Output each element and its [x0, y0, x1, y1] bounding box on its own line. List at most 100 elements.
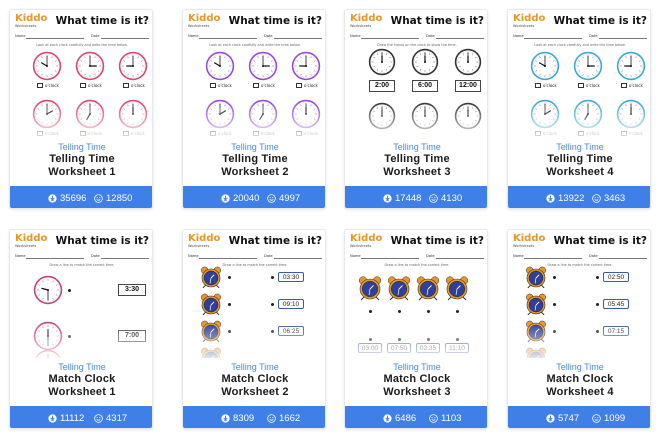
- card-info[interactable]: Telling Time Match Clock Worksheet 1: [10, 358, 152, 406]
- smiley-icon: [94, 413, 103, 423]
- kiddo-logo: Kiddo Worksheets: [350, 14, 386, 32]
- logo-text: Kiddo: [15, 13, 48, 24]
- smiley-icon: [429, 413, 438, 423]
- stats-bar: 5747 1099: [508, 406, 650, 428]
- thumbnail-fade: [10, 322, 152, 362]
- clock-icon: [573, 51, 603, 81]
- card-title-line1[interactable]: Match Clock: [345, 373, 487, 385]
- likes-count: 4317: [94, 412, 127, 424]
- thumbnail-fade: [345, 102, 487, 142]
- card-category[interactable]: Telling Time: [345, 362, 487, 372]
- worksheet-card[interactable]: Kiddo Worksheets What time is it? Name Date D…: [182, 229, 326, 429]
- worksheet-thumbnail[interactable]: Kiddo Worksheets What time is it? Name Date D…: [345, 230, 487, 362]
- worksheet-header: Kiddo Worksheets What time is it?: [350, 234, 485, 252]
- card-category[interactable]: Telling Time: [508, 142, 650, 152]
- digital-time-box: 09:10: [278, 299, 304, 309]
- date-label: Date: [91, 254, 100, 258]
- worksheet-card[interactable]: Kiddo Worksheets What time is it? Name Date L…: [9, 9, 153, 209]
- kiddo-logo: Kiddo Worksheets: [188, 234, 224, 252]
- card-title-line2[interactable]: Worksheet 2: [183, 386, 325, 398]
- time-label-box: 2:00: [369, 80, 395, 92]
- card-title-line1[interactable]: Telling Time: [183, 153, 325, 165]
- name-label: Name: [188, 254, 199, 258]
- card-category[interactable]: Telling Time: [10, 142, 152, 152]
- stats-bar: 20040 4997: [183, 186, 325, 208]
- instruction-text: Look at each clock carefully and write t…: [534, 43, 626, 47]
- card-category[interactable]: Telling Time: [183, 142, 325, 152]
- logo-text: Kiddo: [350, 13, 383, 24]
- logo-subtext: Worksheets: [350, 244, 372, 248]
- card-category[interactable]: Telling Time: [508, 362, 650, 372]
- name-line: [524, 38, 582, 39]
- card-title-line1[interactable]: Telling Time: [508, 153, 650, 165]
- card-title-line2[interactable]: Worksheet 4: [508, 166, 650, 178]
- match-dot: [426, 310, 430, 313]
- card-title-line1[interactable]: Match Clock: [10, 373, 152, 385]
- oclock-label: o'clock: [586, 83, 600, 88]
- thumbnail-fade: [508, 102, 650, 142]
- worksheet-thumbnail[interactable]: Kiddo Worksheets What time is it? Name Date D…: [183, 230, 325, 362]
- worksheet-card[interactable]: Kiddo Worksheets What time is it? Name Date D…: [9, 229, 153, 429]
- downloads-value: 20040: [233, 192, 260, 204]
- oclock-label: o'clock: [304, 83, 318, 88]
- worksheet-thumbnail[interactable]: Kiddo Worksheets What time is it? Name Date D…: [508, 230, 650, 362]
- smiley-icon: [94, 193, 103, 203]
- card-title-line2[interactable]: Worksheet 3: [345, 386, 487, 398]
- likes-value: 4130: [441, 192, 463, 204]
- worksheet-thumbnail[interactable]: Kiddo Worksheets What time is it? Name Date D…: [10, 230, 152, 362]
- card-info[interactable]: Telling Time Telling Time Worksheet 2: [183, 138, 325, 186]
- card-info[interactable]: Telling Time Match Clock Worksheet 4: [508, 358, 650, 406]
- card-title-line2[interactable]: Worksheet 2: [183, 166, 325, 178]
- clock-icon: [118, 51, 148, 81]
- digital-time-box: 05:45: [603, 299, 629, 309]
- worksheet-thumbnail[interactable]: Kiddo Worksheets What time is it? Name Date L…: [10, 10, 152, 142]
- worksheet-card[interactable]: Kiddo Worksheets What time is it? Name Date D…: [344, 229, 488, 429]
- match-dot: [553, 275, 556, 279]
- card-category[interactable]: Telling Time: [10, 362, 152, 372]
- card-category[interactable]: Telling Time: [345, 142, 487, 152]
- downloads-count: 35696: [48, 192, 86, 204]
- card-title-line1[interactable]: Match Clock: [508, 373, 650, 385]
- card-info[interactable]: Telling Time Match Clock Worksheet 2: [183, 358, 325, 406]
- downloads-count: 11112: [48, 412, 84, 424]
- likes-count: 1103: [429, 412, 461, 424]
- card-title-line2[interactable]: Worksheet 4: [508, 386, 650, 398]
- worksheet-thumbnail[interactable]: Kiddo Worksheets What time is it? Name Date L…: [508, 10, 650, 142]
- likes-value: 1662: [279, 412, 301, 424]
- worksheet-thumbnail[interactable]: Kiddo Worksheets What time is it? Name Date D…: [345, 10, 487, 142]
- downloads-value: 8309: [233, 412, 255, 424]
- stats-bar: 35696 12850: [10, 186, 152, 208]
- oclock-label: o'clock: [131, 83, 145, 88]
- worksheet-card[interactable]: Kiddo Worksheets What time is it? Name Date L…: [182, 9, 326, 209]
- card-title-line1[interactable]: Telling Time: [345, 153, 487, 165]
- name-date-row: Name Date: [188, 254, 322, 260]
- card-title-line1[interactable]: Match Clock: [183, 373, 325, 385]
- alarm-clock-icon: [443, 274, 471, 302]
- card-title-line2[interactable]: Worksheet 3: [345, 166, 487, 178]
- oclock-label: o'clock: [261, 83, 275, 88]
- worksheet-card[interactable]: Kiddo Worksheets What time is it? Name Date L…: [507, 9, 651, 209]
- worksheet-card[interactable]: Kiddo Worksheets What time is it? Name Date D…: [344, 9, 488, 209]
- checkbox-square: [210, 83, 216, 88]
- card-title-line2[interactable]: Worksheet 1: [10, 166, 152, 178]
- logo-subtext: Worksheets: [15, 24, 37, 28]
- worksheet-header: Kiddo Worksheets What time is it?: [513, 234, 648, 252]
- worksheet-card[interactable]: Kiddo Worksheets What time is it? Name Date D…: [507, 229, 651, 429]
- card-info[interactable]: Telling Time Telling Time Worksheet 3: [345, 138, 487, 186]
- date-label: Date: [91, 34, 100, 38]
- card-category[interactable]: Telling Time: [183, 362, 325, 372]
- logo-text: Kiddo: [350, 233, 383, 244]
- card-info[interactable]: Telling Time Match Clock Worksheet 3: [345, 358, 487, 406]
- logo-text: Kiddo: [513, 233, 546, 244]
- name-line: [361, 38, 419, 39]
- card-info[interactable]: Telling Time Telling Time Worksheet 1: [10, 138, 152, 186]
- name-label: Name: [15, 34, 26, 38]
- smiley-icon: [267, 413, 276, 423]
- card-title-line2[interactable]: Worksheet 1: [10, 386, 152, 398]
- card-info[interactable]: Telling Time Telling Time Worksheet 4: [508, 138, 650, 186]
- card-title-line1[interactable]: Telling Time: [10, 153, 152, 165]
- checkbox-square: [37, 83, 43, 88]
- oclock-label: o'clock: [218, 83, 232, 88]
- match-dot: [553, 302, 556, 306]
- worksheet-thumbnail[interactable]: Kiddo Worksheets What time is it? Name Date L…: [183, 10, 325, 142]
